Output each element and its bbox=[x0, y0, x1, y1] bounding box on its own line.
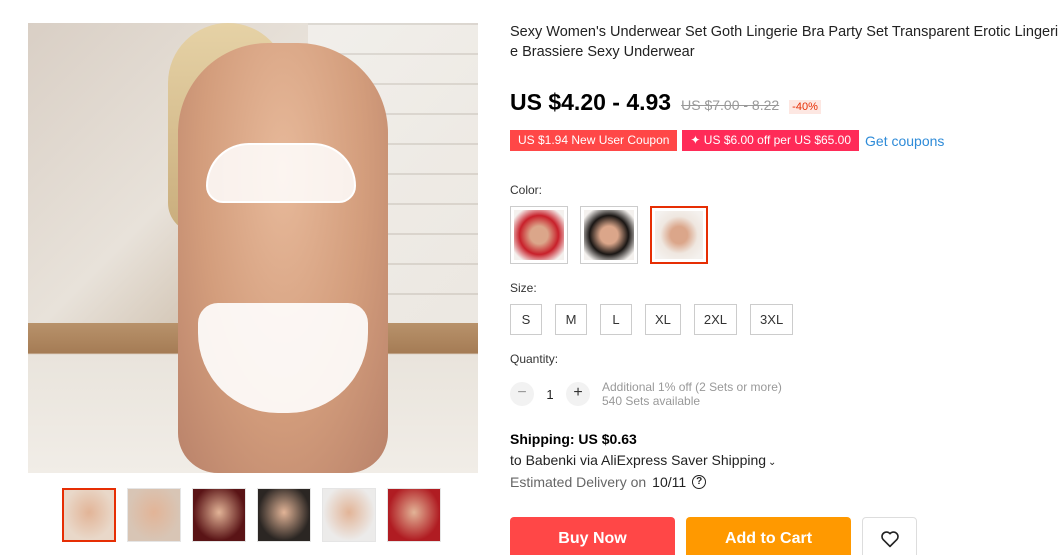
size-options: S M L XL 2XL 3XL bbox=[510, 304, 794, 335]
delivery-date: 10/11 bbox=[652, 474, 687, 490]
color-option-red-lace[interactable] bbox=[510, 206, 568, 264]
stock-available: 540 Sets available bbox=[602, 394, 701, 408]
thumbnail-image bbox=[193, 489, 245, 541]
color-swatch-image bbox=[514, 210, 564, 260]
size-option-m[interactable]: M bbox=[555, 304, 587, 335]
thumbnail-image bbox=[64, 490, 114, 540]
product-title: Sexy Women's Underwear Set Goth Lingerie… bbox=[510, 24, 1059, 60]
thumbnail-strip bbox=[62, 488, 441, 542]
thumbnail-image bbox=[323, 489, 375, 541]
bulk-discount-note: Additional 1% off (2 Sets or more) bbox=[602, 380, 782, 394]
thumbnail-image bbox=[258, 489, 310, 541]
thumbnail-4[interactable] bbox=[257, 488, 311, 542]
color-label: Color: bbox=[510, 183, 543, 197]
get-coupons-link[interactable]: Get coupons bbox=[865, 133, 944, 149]
original-price: US $7.00 - 8.22 bbox=[681, 97, 780, 113]
coupon-row: US $1.94 New User Coupon ✦ US $6.00 off … bbox=[510, 130, 944, 151]
quantity-stepper: − 1 + Additional 1% off (2 Sets or more)… bbox=[510, 380, 782, 408]
current-price: US $4.20 - 4.93 bbox=[510, 89, 672, 115]
size-option-2xl[interactable]: 2XL bbox=[693, 304, 738, 335]
size-option-3xl[interactable]: 3XL bbox=[750, 304, 794, 335]
shipping-route: to Babenki via AliExpress Saver Shipping bbox=[510, 452, 767, 468]
estimated-delivery: Estimated Delivery on 10/11 ? bbox=[510, 474, 707, 490]
new-user-coupon[interactable]: US $1.94 New User Coupon bbox=[510, 130, 678, 151]
thumbnail-image bbox=[128, 489, 180, 541]
chevron-down-icon[interactable]: ⌄ bbox=[768, 457, 776, 468]
main-product-image[interactable] bbox=[28, 23, 478, 473]
image-garment-top bbox=[206, 143, 356, 203]
color-swatch-image bbox=[655, 211, 703, 259]
delivery-label: Estimated Delivery on bbox=[510, 474, 647, 490]
quantity-info: Additional 1% off (2 Sets or more) 540 S… bbox=[602, 380, 782, 408]
size-label: Size: bbox=[510, 281, 537, 295]
add-to-cart-button[interactable]: Add to Cart bbox=[686, 517, 851, 555]
quantity-decrease-button[interactable]: − bbox=[510, 382, 534, 406]
help-icon[interactable]: ? bbox=[692, 475, 707, 489]
thumbnail-image bbox=[388, 489, 440, 541]
price-row: US $4.20 - 4.93 US $7.00 - 8.22 -40% bbox=[510, 89, 821, 116]
discount-badge: -40% bbox=[789, 100, 821, 114]
store-coupon[interactable]: ✦ US $6.00 off per US $65.00 bbox=[682, 130, 860, 151]
color-options bbox=[510, 206, 708, 264]
thumbnail-5[interactable] bbox=[322, 488, 376, 542]
size-option-xl[interactable]: XL bbox=[645, 304, 681, 335]
heart-icon bbox=[880, 531, 899, 548]
size-option-s[interactable]: S bbox=[510, 304, 542, 335]
shipping-method[interactable]: to Babenki via AliExpress Saver Shipping… bbox=[510, 450, 776, 473]
thumbnail-6[interactable] bbox=[387, 488, 441, 542]
shipping-cost: Shipping: US $0.63 bbox=[510, 431, 637, 447]
quantity-label: Quantity: bbox=[510, 352, 559, 366]
purchase-actions: Buy Now Add to Cart bbox=[510, 517, 917, 555]
quantity-value[interactable]: 1 bbox=[534, 387, 566, 402]
thumbnail-2[interactable] bbox=[127, 488, 181, 542]
buy-now-button[interactable]: Buy Now bbox=[510, 517, 675, 555]
color-option-black-lace[interactable] bbox=[580, 206, 638, 264]
size-option-l[interactable]: L bbox=[600, 304, 632, 335]
thumbnail-1[interactable] bbox=[62, 488, 116, 542]
color-swatch-image bbox=[584, 210, 634, 260]
wishlist-button[interactable] bbox=[862, 517, 917, 555]
quantity-increase-button[interactable]: + bbox=[566, 382, 590, 406]
thumbnail-3[interactable] bbox=[192, 488, 246, 542]
shipping-info: Shipping: US $0.63 to Babenki via AliExp… bbox=[510, 429, 776, 473]
color-option-white-strappy[interactable] bbox=[650, 206, 708, 264]
